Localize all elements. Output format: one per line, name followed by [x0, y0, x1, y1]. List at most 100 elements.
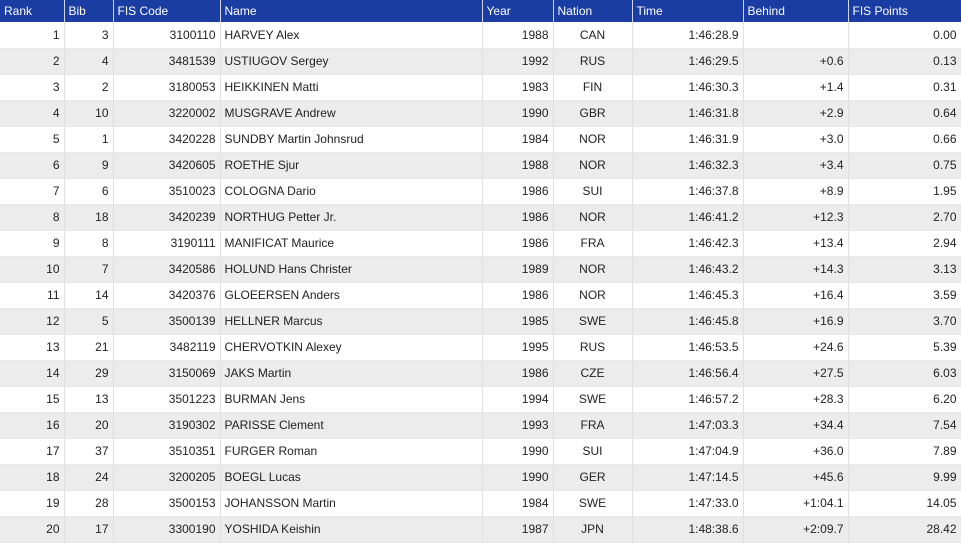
table-row[interactable]: 15 13 3501223 BURMAN Jens 1994 SWE 1:46:57.2 +2…: [0, 386, 961, 413]
cell-rank: 14: [0, 360, 65, 387]
cell-athlete-name[interactable]: ROETHE Sjur: [220, 152, 483, 179]
cell-athlete-name[interactable]: PARISSE Clement: [220, 412, 483, 439]
cell-year: 1990: [482, 100, 554, 127]
cell-fis-points: 28.42: [848, 516, 961, 543]
header-time[interactable]: Time: [632, 0, 744, 22]
cell-fis-code: 3100110: [113, 22, 221, 49]
table-row[interactable]: 8 18 3420239 NORTHUG Petter Jr. 1986 NOR 1:46:…: [0, 204, 961, 231]
cell-behind: +12.3: [743, 204, 849, 231]
cell-athlete-name[interactable]: SUNDBY Martin Johnsrud: [220, 126, 483, 153]
header-rank[interactable]: Rank: [0, 0, 65, 22]
table-row[interactable]: 3 2 3180053 HEIKKINEN Matti 1983 FIN 1:46:30.3…: [0, 74, 961, 101]
cell-year: 1986: [482, 230, 554, 257]
cell-behind: +1:04.1: [743, 490, 849, 517]
cell-fis-code: 3420376: [113, 282, 221, 309]
table-row[interactable]: 17 37 3510351 FURGER Roman 1990 SUI 1:47:04.9 +…: [0, 438, 961, 465]
cell-nation: CZE: [553, 360, 633, 387]
cell-athlete-name[interactable]: HOLUND Hans Christer: [220, 256, 483, 283]
header-fis-points[interactable]: FIS Points: [848, 0, 961, 22]
header-behind[interactable]: Behind: [743, 0, 849, 22]
cell-fis-points: 6.03: [848, 360, 961, 387]
table-row[interactable]: 1 3 3100110 HARVEY Alex 1988 CAN 1:46:28.9 0.00: [0, 22, 961, 49]
table-row[interactable]: 12 5 3500139 HELLNER Marcus 1985 SWE 1:46:45.8…: [0, 308, 961, 335]
table-row[interactable]: 18 24 3200205 BOEGL Lucas 1990 GER 1:47:14.5 +4…: [0, 464, 961, 491]
cell-fis-points: 5.39: [848, 334, 961, 361]
cell-fis-code: 3420605: [113, 152, 221, 179]
cell-fis-code: 3150069: [113, 360, 221, 387]
cell-time: 1:47:03.3: [632, 412, 744, 439]
table-row[interactable]: 16 20 3190302 PARISSE Clement 1993 FRA 1:47:03…: [0, 412, 961, 439]
cell-fis-points: 3.70: [848, 308, 961, 335]
cell-athlete-name[interactable]: HELLNER Marcus: [220, 308, 483, 335]
cell-year: 1986: [482, 204, 554, 231]
cell-fis-code: 3420586: [113, 256, 221, 283]
cell-year: 1989: [482, 256, 554, 283]
cell-athlete-name[interactable]: YOSHIDA Keishin: [220, 516, 483, 543]
table-row[interactable]: 2 4 3481539 USTIUGOV Sergey 1992 RUS 1:46:29.5…: [0, 48, 961, 75]
cell-behind: +3.0: [743, 126, 849, 153]
header-year[interactable]: Year: [482, 0, 554, 22]
table-row[interactable]: 13 21 3482119 CHERVOTKIN Alexey 1995 RUS 1:46:…: [0, 334, 961, 361]
cell-athlete-name[interactable]: FURGER Roman: [220, 438, 483, 465]
table-row[interactable]: 4 10 3220002 MUSGRAVE Andrew 1990 GBR 1:46:31.…: [0, 100, 961, 127]
cell-athlete-name[interactable]: COLOGNA Dario: [220, 178, 483, 205]
cell-time: 1:46:43.2: [632, 256, 744, 283]
cell-athlete-name[interactable]: CHERVOTKIN Alexey: [220, 334, 483, 361]
cell-fis-code: 3500139: [113, 308, 221, 335]
table-row[interactable]: 5 1 3420228 SUNDBY Martin Johnsrud 1984 NOR 1:…: [0, 126, 961, 153]
cell-fis-code: 3190111: [113, 230, 221, 257]
cell-athlete-name[interactable]: GLOEERSEN Anders: [220, 282, 483, 309]
cell-bib: 24: [64, 464, 114, 491]
header-name[interactable]: Name: [220, 0, 483, 22]
cell-nation: CAN: [553, 22, 633, 49]
cell-year: 1990: [482, 438, 554, 465]
table-row[interactable]: 20 17 3300190 YOSHIDA Keishin 1987 JPN 1:48:38…: [0, 516, 961, 543]
cell-behind: +14.3: [743, 256, 849, 283]
cell-time: 1:46:57.2: [632, 386, 744, 413]
cell-athlete-name[interactable]: MUSGRAVE Andrew: [220, 100, 483, 127]
results-body: 1 3 3100110 HARVEY Alex 1988 CAN 1:46:28.9 0.00…: [0, 22, 961, 543]
table-row[interactable]: 14 29 3150069 JAKS Martin 1986 CZE 1:46:56.4 +2…: [0, 360, 961, 387]
cell-behind: +13.4: [743, 230, 849, 257]
header-fis-code[interactable]: FIS Code: [113, 0, 221, 22]
header-bib[interactable]: Bib: [64, 0, 114, 22]
cell-athlete-name[interactable]: HEIKKINEN Matti: [220, 74, 483, 101]
cell-nation: FIN: [553, 74, 633, 101]
cell-athlete-name[interactable]: BURMAN Jens: [220, 386, 483, 413]
table-row[interactable]: 10 7 3420586 HOLUND Hans Christer 1989 NOR 1:4…: [0, 256, 961, 283]
cell-year: 1986: [482, 360, 554, 387]
cell-year: 1986: [482, 178, 554, 205]
cell-year: 1995: [482, 334, 554, 361]
cell-fis-points: 9.99: [848, 464, 961, 491]
cell-athlete-name[interactable]: MANIFICAT Maurice: [220, 230, 483, 257]
cell-athlete-name[interactable]: NORTHUG Petter Jr.: [220, 204, 483, 231]
cell-athlete-name[interactable]: HARVEY Alex: [220, 22, 483, 49]
cell-year: 1990: [482, 464, 554, 491]
table-row[interactable]: 11 14 3420376 GLOEERSEN Anders 1986 NOR 1:46:4…: [0, 282, 961, 309]
cell-fis-code: 3220002: [113, 100, 221, 127]
table-row[interactable]: 6 9 3420605 ROETHE Sjur 1988 NOR 1:46:32.3 +3.4…: [0, 152, 961, 179]
cell-athlete-name[interactable]: JAKS Martin: [220, 360, 483, 387]
table-row[interactable]: 19 28 3500153 JOHANSSON Martin 1984 SWE 1:47:3…: [0, 490, 961, 517]
cell-behind: +2.9: [743, 100, 849, 127]
cell-time: 1:46:29.5: [632, 48, 744, 75]
cell-athlete-name[interactable]: USTIUGOV Sergey: [220, 48, 483, 75]
cell-fis-code: 3190302: [113, 412, 221, 439]
cell-fis-points: 1.95: [848, 178, 961, 205]
cell-nation: NOR: [553, 204, 633, 231]
cell-year: 1983: [482, 74, 554, 101]
cell-behind: +24.6: [743, 334, 849, 361]
cell-fis-points: 0.75: [848, 152, 961, 179]
cell-athlete-name[interactable]: JOHANSSON Martin: [220, 490, 483, 517]
table-row[interactable]: 7 6 3510023 COLOGNA Dario 1986 SUI 1:46:37.8 +8…: [0, 178, 961, 205]
header-nation[interactable]: Nation: [553, 0, 633, 22]
cell-year: 1987: [482, 516, 554, 543]
table-row[interactable]: 9 8 3190111 MANIFICAT Maurice 1986 FRA 1:46:42…: [0, 230, 961, 257]
cell-time: 1:46:31.9: [632, 126, 744, 153]
cell-fis-points: 3.59: [848, 282, 961, 309]
cell-rank: 11: [0, 282, 65, 309]
cell-fis-points: 3.13: [848, 256, 961, 283]
cell-athlete-name[interactable]: BOEGL Lucas: [220, 464, 483, 491]
cell-fis-points: 2.94: [848, 230, 961, 257]
cell-bib: 1: [64, 126, 114, 153]
